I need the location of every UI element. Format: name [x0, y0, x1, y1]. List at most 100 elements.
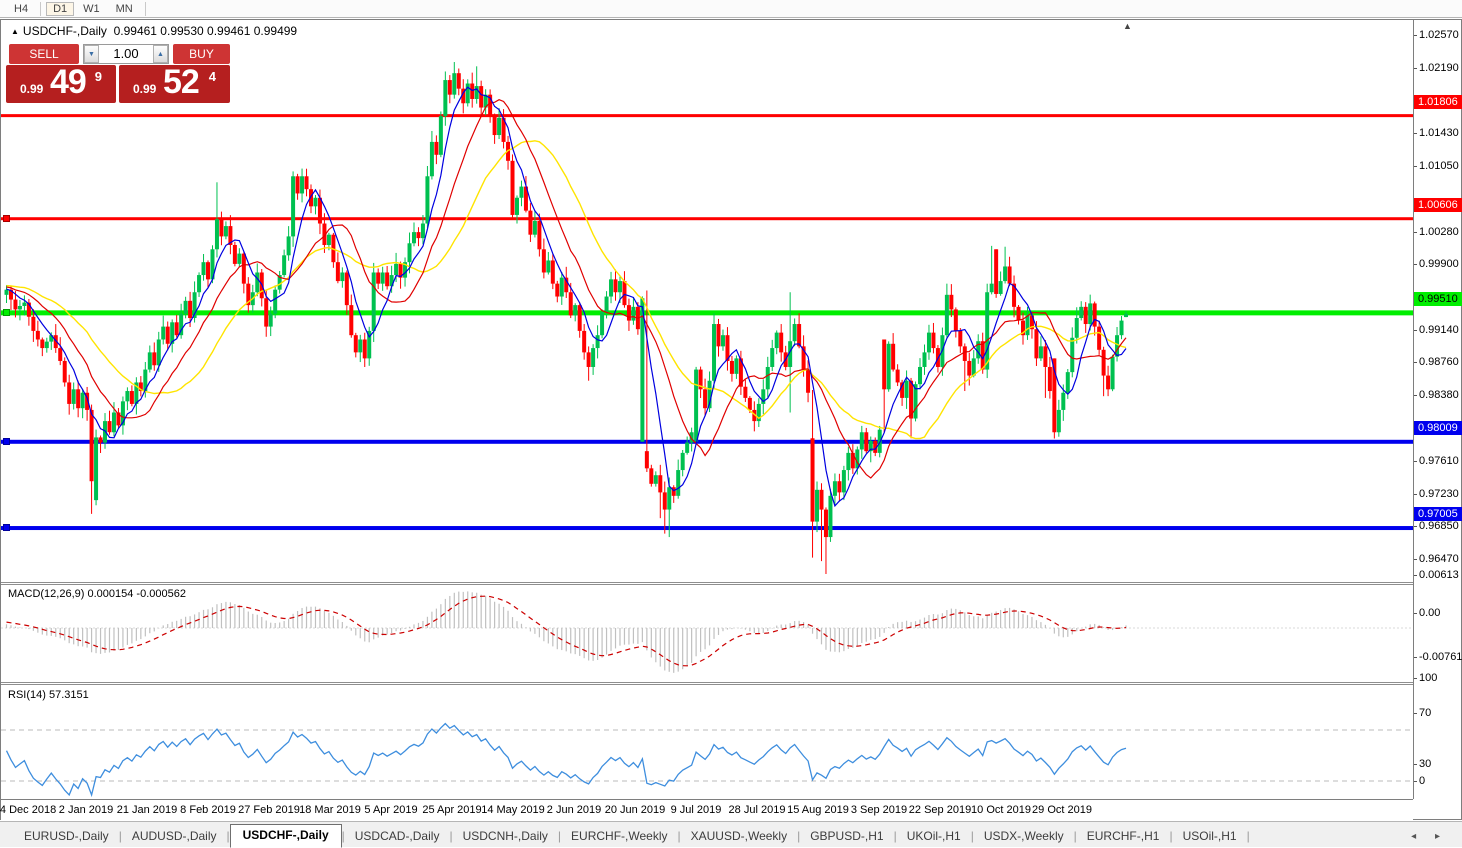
candle-body [528, 210, 533, 235]
candle-body [644, 451, 649, 469]
rsi-line [5, 722, 1127, 798]
chart-tab-eurusd-daily[interactable]: EURUSD-,Daily [14, 826, 119, 847]
hline-drag-handle[interactable] [3, 214, 10, 222]
chart-shift-icon[interactable]: ▲ [1123, 21, 1132, 31]
candle-body [492, 116, 497, 136]
candle-body [591, 348, 596, 367]
horizontal-level-line[interactable] [1, 439, 1413, 444]
chart-tab-usoil-h1[interactable]: USOil-,H1 [1173, 826, 1247, 847]
candle-body [944, 294, 949, 336]
candle-body [183, 300, 188, 314]
date-axis[interactable]: 14 Dec 2018 2 Jan 2019 21 Jan 2019 8 Feb 20… [0, 799, 1413, 820]
candle-body [4, 289, 9, 295]
symbol-title: USDCHF-,Daily [22, 24, 107, 38]
rsi-canvas[interactable] [1, 685, 1413, 799]
candle-body [125, 391, 130, 402]
horizontal-level-line[interactable] [1, 526, 1413, 531]
chart-tab-ukoil-h1[interactable]: UKOil-,H1 [897, 826, 971, 847]
candle-body [241, 253, 246, 284]
date-axis-label: 5 Apr 2019 [364, 804, 418, 816]
candle-body [107, 421, 112, 433]
candle-body [58, 348, 63, 361]
horizontal-level-line[interactable] [1, 217, 1413, 221]
timeframe-button-h4[interactable]: H4 [7, 2, 35, 16]
candle-body [429, 141, 434, 177]
chart-tab-usdcnh-daily[interactable]: USDCNH-,Daily [453, 826, 558, 847]
timeframe-button-w1[interactable]: W1 [76, 2, 107, 16]
hline-drag-handle[interactable] [3, 524, 10, 532]
candle-body [1065, 372, 1070, 393]
rsi-axis-label: 0 [1413, 775, 1426, 787]
candle-body [667, 487, 672, 510]
price-axis-label: 0.96850 [1414, 520, 1459, 533]
candle-body [609, 279, 614, 297]
sell-button[interactable]: SELL [9, 44, 79, 64]
candle-body [1074, 318, 1079, 338]
candle-body [156, 339, 161, 366]
candle-body [823, 509, 828, 538]
sell-price-box[interactable]: 0.99 49 9 [6, 63, 116, 103]
price-level-tag: 0.97005 [1414, 507, 1462, 522]
candle-body [922, 352, 927, 367]
candle-body [573, 305, 578, 316]
collapse-icon[interactable]: ▲ [11, 27, 19, 36]
candle-body [604, 296, 609, 312]
candle-body [407, 243, 412, 263]
candle-body [886, 343, 891, 390]
date-axis-label: 18 Mar 2019 [299, 804, 361, 816]
chart-tab-eurchf-weekly[interactable]: EURCHF-,Weekly [561, 826, 677, 847]
timeframe-button-mn[interactable]: MN [109, 2, 140, 16]
price-axis[interactable]: 1.02570 1.02190 1.01430 1.01050 1.00280 0.999… [1413, 20, 1462, 799]
horizontal-level-line[interactable] [1, 310, 1413, 316]
candle-body [792, 324, 797, 342]
price-axis-label: 0.97610 [1414, 455, 1459, 468]
candle-body [546, 260, 551, 273]
candle-body [264, 298, 269, 327]
chart-tab-usdchf-daily[interactable]: USDCHF-,Daily [229, 824, 342, 848]
candle-body [479, 86, 484, 108]
buy-price-main: 52 [163, 63, 200, 101]
candle-body [219, 219, 224, 237]
chart-tab-xauusd-weekly[interactable]: XAUUSD-,Weekly [681, 826, 797, 847]
tab-scroll-arrows[interactable]: ◂ ▸ [1411, 831, 1448, 847]
candle-body [895, 369, 900, 383]
macd-canvas[interactable] [1, 585, 1413, 682]
timeframe-button-d1[interactable]: D1 [46, 1, 75, 16]
chart-tab-audusd-daily[interactable]: AUDUSD-,Daily [122, 826, 227, 847]
volume-down-button[interactable]: ▼ [84, 45, 99, 63]
buy-price-box[interactable]: 0.99 52 4 [119, 63, 230, 103]
candle-body [846, 452, 851, 471]
candle-body [577, 305, 582, 331]
price-level-tag: 1.00606 [1414, 197, 1462, 212]
candle-body [864, 432, 869, 452]
candle-body [1056, 409, 1061, 433]
candle-body [989, 283, 994, 293]
volume-up-button[interactable]: ▲ [153, 45, 168, 63]
candle-body [326, 234, 331, 245]
chart-tab-gbpusd-h1[interactable]: GBPUSD-,H1 [800, 826, 893, 847]
candle-body [797, 324, 802, 347]
candle-body [859, 432, 864, 450]
buy-button[interactable]: BUY [173, 44, 230, 64]
candle-body [559, 277, 564, 297]
hline-drag-handle[interactable] [3, 437, 10, 445]
candle-body [1079, 306, 1084, 319]
candle-body [1097, 326, 1102, 350]
hline-drag-handle[interactable] [3, 308, 10, 316]
chart-tab-eurchf-h1[interactable]: EURCHF-,H1 [1077, 826, 1170, 847]
buy-price-pip: 4 [208, 69, 216, 84]
chart-tab-usdcad-daily[interactable]: USDCAD-,Daily [345, 826, 450, 847]
candle-body [497, 117, 502, 136]
candle-body [465, 83, 470, 104]
candle-body [729, 360, 734, 374]
volume-value[interactable]: 1.00 [99, 45, 153, 63]
candle-body [300, 176, 305, 194]
candle-body [680, 452, 685, 471]
price-axis-label: 1.02570 [1414, 29, 1459, 41]
date-axis-label: 9 Jul 2019 [670, 804, 722, 816]
price-axis-label: 0.99900 [1414, 258, 1459, 271]
chart-tab-usdx-weekly[interactable]: USDX-,Weekly [974, 826, 1074, 847]
candle-body [94, 437, 99, 501]
candle-body [747, 397, 752, 410]
candle-body [1101, 349, 1106, 376]
